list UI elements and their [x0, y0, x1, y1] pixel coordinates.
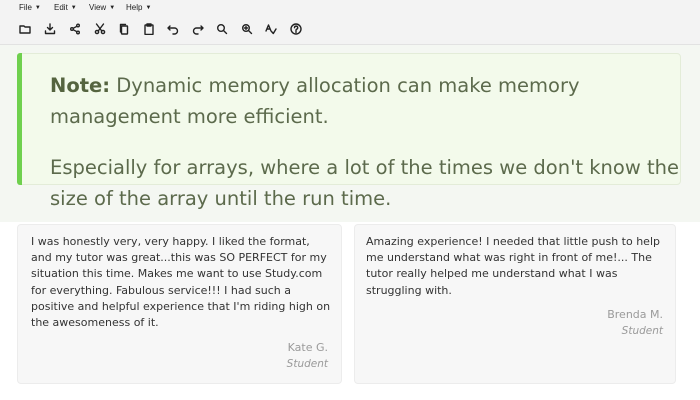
copy-icon[interactable] — [116, 21, 132, 37]
caret-down-icon: ▼ — [70, 5, 77, 11]
caret-down-icon: ▼ — [145, 5, 152, 11]
note-accent-bar — [17, 53, 22, 185]
menu-help-label: Help — [126, 3, 143, 12]
menu-bar: File ▼ Edit ▼ View ▼ Help ▼ — [0, 0, 700, 16]
cut-icon[interactable] — [92, 21, 108, 37]
review-role: Student — [621, 325, 663, 337]
menu-edit-label: Edit — [54, 3, 68, 12]
review-author: Brenda M. — [607, 308, 663, 321]
zoom-in-icon[interactable] — [214, 21, 230, 37]
note-label: Note: — [50, 74, 111, 97]
review-author: Kate G. — [287, 341, 328, 354]
menu-file[interactable]: File ▼ — [19, 3, 41, 12]
menu-file-label: File — [19, 3, 32, 12]
note-paragraph-2: Especially for arrays, where a lot of th… — [50, 156, 679, 210]
share-icon[interactable] — [67, 21, 83, 37]
menu-view-label: View — [89, 3, 107, 12]
download-icon[interactable] — [42, 21, 58, 37]
menu-help[interactable]: Help ▼ — [126, 3, 151, 12]
note-line-1: Dynamic memory allocation can make memor… — [50, 74, 580, 128]
redo-icon[interactable] — [190, 21, 206, 37]
caret-down-icon: ▼ — [109, 5, 116, 11]
undo-icon[interactable] — [165, 21, 181, 37]
review-text: Amazing experience! I needed that little… — [366, 235, 660, 297]
open-icon[interactable] — [17, 21, 33, 37]
menu-view[interactable]: View ▼ — [89, 3, 115, 12]
toolbar — [0, 16, 700, 45]
zoom-out-icon[interactable] — [239, 21, 255, 37]
paste-icon[interactable] — [141, 21, 157, 37]
caret-down-icon: ▼ — [34, 5, 41, 11]
help-icon[interactable] — [288, 21, 304, 37]
spellcheck-icon[interactable] — [263, 21, 279, 37]
menu-edit[interactable]: Edit ▼ — [54, 3, 77, 12]
review-text: I was honestly very, very happy. I liked… — [31, 235, 331, 330]
note-paragraph-1: Note: Dynamic memory allocation can make… — [50, 70, 680, 132]
review-role: Student — [286, 358, 328, 370]
